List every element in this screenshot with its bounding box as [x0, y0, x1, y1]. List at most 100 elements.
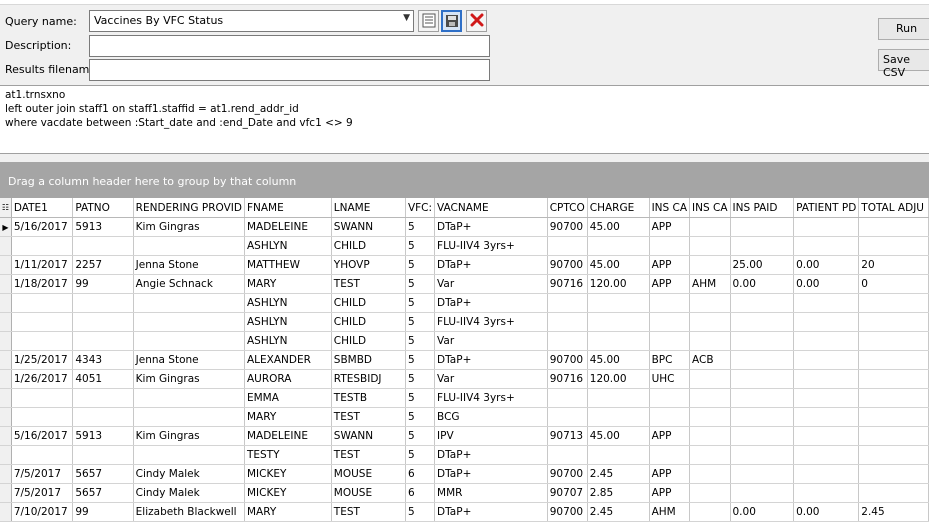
- table-cell[interactable]: [858, 350, 929, 370]
- column-header[interactable]: CHARGE: [587, 198, 650, 218]
- row-indicator[interactable]: [0, 350, 12, 370]
- column-header[interactable]: INS PAID: [730, 198, 795, 218]
- table-row[interactable]: ASHLYN CHILD 5 Var: [0, 331, 929, 351]
- table-cell[interactable]: 90700: [547, 255, 588, 275]
- table-cell[interactable]: BCG: [434, 407, 548, 427]
- table-cell[interactable]: [858, 426, 929, 446]
- table-cell[interactable]: [858, 312, 929, 332]
- table-cell[interactable]: [858, 369, 929, 389]
- table-cell[interactable]: [730, 369, 795, 389]
- table-cell[interactable]: 90716: [547, 369, 588, 389]
- table-cell[interactable]: [858, 331, 929, 351]
- table-cell[interactable]: 4051: [72, 369, 134, 389]
- table-cell[interactable]: 5: [405, 331, 436, 351]
- table-cell[interactable]: 4343: [72, 350, 134, 370]
- table-cell[interactable]: [689, 483, 731, 503]
- table-cell[interactable]: [649, 312, 691, 332]
- grid-corner-icon[interactable]: ☷: [0, 198, 12, 218]
- table-cell[interactable]: 5: [405, 274, 436, 294]
- table-cell[interactable]: [11, 331, 74, 351]
- table-cell[interactable]: [730, 464, 795, 484]
- table-cell[interactable]: Kim Gingras: [133, 426, 245, 446]
- table-cell[interactable]: MATTHEW: [244, 255, 332, 275]
- table-cell[interactable]: DTaP+: [434, 350, 548, 370]
- table-cell[interactable]: [689, 502, 731, 522]
- table-cell[interactable]: 2.45: [858, 502, 929, 522]
- table-row[interactable]: EMMA TESTB 5 FLU-IIV4 3yrs+: [0, 388, 929, 408]
- table-cell[interactable]: [730, 350, 795, 370]
- table-cell[interactable]: MADELEINE: [244, 426, 332, 446]
- table-cell[interactable]: [730, 407, 795, 427]
- table-cell[interactable]: MMR: [434, 483, 548, 503]
- chevron-down-icon[interactable]: ▼: [403, 13, 410, 23]
- table-cell[interactable]: [547, 407, 588, 427]
- table-cell[interactable]: [689, 236, 731, 256]
- table-cell[interactable]: TEST: [331, 445, 406, 465]
- table-cell[interactable]: [72, 312, 134, 332]
- table-cell[interactable]: FLU-IIV4 3yrs+: [434, 388, 548, 408]
- column-header[interactable]: INS CA: [689, 198, 731, 218]
- table-cell[interactable]: 5: [405, 312, 436, 332]
- table-cell[interactable]: BPC: [649, 350, 691, 370]
- table-cell[interactable]: [11, 445, 74, 465]
- table-cell[interactable]: [689, 388, 731, 408]
- table-cell[interactable]: 90707: [547, 483, 588, 503]
- table-cell[interactable]: APP: [649, 483, 691, 503]
- table-cell[interactable]: [649, 293, 691, 313]
- table-cell[interactable]: CHILD: [331, 312, 406, 332]
- table-cell[interactable]: [547, 388, 588, 408]
- table-cell[interactable]: 99: [72, 274, 134, 294]
- table-row[interactable]: ASHLYN CHILD 5 DTaP+: [0, 293, 929, 313]
- table-cell[interactable]: [11, 236, 74, 256]
- table-cell[interactable]: [689, 312, 731, 332]
- table-cell[interactable]: [547, 445, 588, 465]
- table-row[interactable]: 1/26/2017 4051 Kim Gingras AURORA RTESBIDJ 5 V…: [0, 369, 929, 389]
- table-cell[interactable]: [133, 236, 245, 256]
- table-cell[interactable]: 7/10/2017: [11, 502, 74, 522]
- table-cell[interactable]: Elizabeth Blackwell: [133, 502, 245, 522]
- table-cell[interactable]: 0.00: [730, 502, 795, 522]
- table-cell[interactable]: 2.45: [587, 502, 650, 522]
- table-cell[interactable]: 45.00: [587, 426, 650, 446]
- table-cell[interactable]: [587, 331, 650, 351]
- table-cell[interactable]: MICKEY: [244, 483, 332, 503]
- table-cell[interactable]: [858, 293, 929, 313]
- table-cell[interactable]: [11, 388, 74, 408]
- table-cell[interactable]: ASHLYN: [244, 236, 332, 256]
- table-cell[interactable]: MARY: [244, 407, 332, 427]
- table-cell[interactable]: DTaP+: [434, 502, 548, 522]
- table-cell[interactable]: 5: [405, 426, 436, 446]
- description-field[interactable]: [89, 35, 490, 57]
- table-cell[interactable]: 5: [405, 388, 436, 408]
- row-indicator[interactable]: [0, 312, 12, 332]
- table-cell[interactable]: CHILD: [331, 331, 406, 351]
- table-cell[interactable]: 5: [405, 350, 436, 370]
- table-cell[interactable]: Jenna Stone: [133, 350, 245, 370]
- table-cell[interactable]: 5/16/2017: [11, 426, 74, 446]
- table-cell[interactable]: 2.45: [587, 464, 650, 484]
- row-indicator[interactable]: [0, 331, 12, 351]
- table-cell[interactable]: [689, 369, 731, 389]
- table-cell[interactable]: 1/11/2017: [11, 255, 74, 275]
- table-cell[interactable]: [858, 407, 929, 427]
- column-header[interactable]: PATIENT PD: [793, 198, 860, 218]
- table-cell[interactable]: 6: [405, 464, 436, 484]
- table-cell[interactable]: [72, 407, 134, 427]
- current-row-indicator-icon[interactable]: ▶: [0, 217, 12, 237]
- row-indicator[interactable]: [0, 483, 12, 503]
- table-cell[interactable]: TEST: [331, 407, 406, 427]
- row-indicator[interactable]: [0, 255, 12, 275]
- table-cell[interactable]: APP: [649, 426, 691, 446]
- table-cell[interactable]: [730, 445, 795, 465]
- table-cell[interactable]: MADELEINE: [244, 217, 332, 237]
- column-header[interactable]: DATE1: [11, 198, 74, 218]
- table-cell[interactable]: [649, 331, 691, 351]
- table-cell[interactable]: [72, 331, 134, 351]
- table-cell[interactable]: [793, 236, 860, 256]
- table-cell[interactable]: [689, 464, 731, 484]
- table-cell[interactable]: 25.00: [730, 255, 795, 275]
- table-cell[interactable]: [649, 407, 691, 427]
- column-header[interactable]: TOTAL ADJU: [858, 198, 929, 218]
- table-cell[interactable]: RTESBIDJ: [331, 369, 406, 389]
- table-cell[interactable]: [547, 312, 588, 332]
